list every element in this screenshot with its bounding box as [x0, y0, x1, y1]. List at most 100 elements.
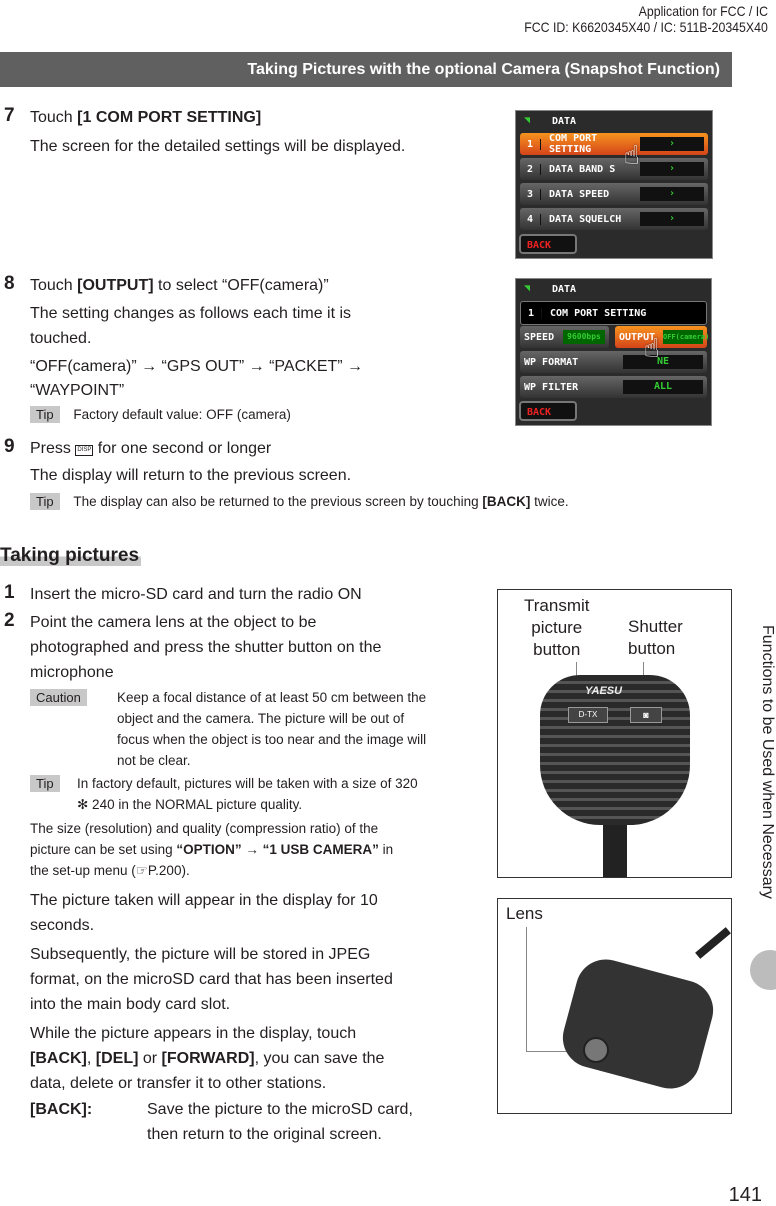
para-text: , you can save the	[254, 1050, 385, 1067]
section-title-bar: Taking Pictures with the optional Camera…	[0, 52, 732, 87]
signal-icon: ◥	[524, 115, 531, 126]
tip-line: ✻ 240 in the NORMAL picture quality.	[77, 797, 303, 812]
wp-filter-label: WP FILTER	[524, 381, 579, 393]
wp-format-button[interactable]: WP FORMAT NE	[520, 351, 707, 373]
signal-icon: ◥	[524, 283, 531, 294]
speed-value: 9600bps	[563, 330, 605, 344]
step-7: Touch [1 COM PORT SETTING]	[30, 105, 261, 130]
fcc-header-line2: FCC ID: K6620345X40 / IC: 511B-20345X40	[524, 19, 768, 35]
para-line: While the picture appears in the display…	[30, 1025, 357, 1042]
back-button[interactable]: BACK	[519, 401, 577, 421]
tip-keyword: [BACK]	[482, 494, 531, 509]
row-label: COM PORT SETTING	[550, 307, 647, 319]
wp-format-label: WP FORMAT	[524, 356, 579, 368]
screen-com-port-setting: ◥ DATA 1 COM PORT SETTING SPEED 9600bps OU…	[515, 278, 712, 426]
step-number: 2	[4, 610, 15, 631]
step-desc: photographed and press the shutter butto…	[30, 639, 382, 656]
para-line: into the main body card slot.	[30, 996, 231, 1013]
tip-text: twice.	[530, 494, 569, 509]
para-line: The picture taken will appear in the dis…	[30, 892, 378, 909]
lens-label: Lens	[506, 904, 543, 923]
camera-icon: ◙	[630, 707, 662, 723]
step-desc: touched.	[30, 330, 92, 347]
step-text: Touch	[30, 109, 78, 126]
step-number: 8	[4, 273, 15, 294]
wp-filter-value: ALL	[623, 380, 703, 394]
chevron-right-icon: ›	[640, 212, 704, 226]
para-line: seconds.	[30, 917, 95, 934]
page-number: 141	[728, 1184, 762, 1206]
step-text: Touch	[30, 277, 78, 294]
step-text: for one second or longer	[93, 440, 272, 457]
side-tab-label: Functions to be Used when Necessary	[759, 625, 776, 899]
note-line: picture can be set using	[30, 842, 177, 857]
hand-pointer-icon: ☝	[624, 141, 640, 171]
menu-row-data-band[interactable]: 2 DATA BAND S ›	[520, 158, 708, 180]
tip-text: The display can also be returned to the …	[73, 494, 483, 509]
step-1: Insert the micro-SD card and turn the ra…	[30, 586, 362, 603]
step-desc: The screen for the detailed settings wil…	[30, 138, 406, 155]
note-line: in	[378, 842, 394, 857]
note-keyword: “OPTION” → “1 USB CAMERA”	[176, 842, 379, 857]
section-title: Taking Pictures with the optional Camera…	[247, 60, 720, 78]
row-label: DATA SQUELCH	[549, 213, 622, 225]
microphone-cable	[603, 825, 627, 877]
caution-text: Keep a focal distance of at least 50 cm …	[117, 687, 426, 771]
step-desc: microphone	[30, 664, 114, 681]
microphone-front-figure: Transmit picture button Shutter button Y…	[497, 589, 732, 878]
chevron-right-icon: ›	[640, 187, 704, 201]
tip-line: In factory default, pictures will be tak…	[77, 776, 418, 791]
microphone-back-figure: Lens	[497, 898, 732, 1114]
manual-page: Application for FCC / IC FCC ID: K662034…	[0, 0, 776, 1206]
back-description: Save the picture to the microSD card, th…	[147, 1097, 413, 1147]
menu-row-data-speed[interactable]: 3 DATA SPEED ›	[520, 183, 708, 205]
chevron-right-icon: ›	[640, 137, 704, 151]
para-line: Subsequently, the picture will be stored…	[30, 946, 371, 963]
tip-text: In factory default, pictures will be tak…	[77, 773, 418, 815]
chevron-right-icon: ›	[640, 162, 704, 176]
caution-line: object and the camera. The picture will …	[117, 711, 405, 726]
step-desc: The setting changes as follows each time…	[30, 305, 352, 322]
paragraph: The picture taken will appear in the dis…	[30, 888, 393, 1096]
speed-button[interactable]: SPEED 9600bps	[520, 326, 609, 348]
side-tab-marker	[750, 950, 776, 990]
step-desc: “OFF(camera)” → “GPS OUT” → “PACKET” →	[30, 358, 364, 375]
note-line[interactable]: the set-up menu (☞P.200).	[30, 860, 393, 881]
step-desc: “WAYPOINT”	[30, 382, 125, 399]
step-text: to select “OFF(camera)”	[153, 277, 329, 294]
para-text: or	[138, 1050, 162, 1067]
step-number: 9	[4, 436, 15, 457]
step-number: 7	[4, 105, 15, 126]
menu-row-com-port[interactable]: 1 COM PORT SETTING ›	[520, 133, 708, 155]
caution-badge: Caution	[30, 689, 87, 706]
output-button[interactable]: OUTPUT OFF(camera)	[615, 326, 709, 348]
step-number: 1	[4, 582, 15, 603]
row-number: 2	[520, 163, 541, 175]
fcc-header-line1: Application for FCC / IC	[638, 3, 768, 19]
desc-line: then return to the original screen.	[147, 1126, 382, 1143]
row-number: 3	[520, 188, 541, 200]
microphone-cable	[695, 927, 731, 959]
caution-line: focus when the object is too near and th…	[117, 732, 427, 747]
keyword: [BACK]	[30, 1050, 87, 1067]
screen-title: DATA	[552, 116, 577, 127]
desc-line: Save the picture to the microSD card,	[147, 1101, 413, 1118]
tip-badge: Tip	[30, 406, 60, 423]
microphone-body	[556, 952, 720, 1096]
step-8: Touch [OUTPUT] to select “OFF(camera)”	[30, 273, 329, 298]
note: The size (resolution) and quality (compr…	[30, 818, 393, 881]
keyword: [FORWARD]	[161, 1050, 255, 1067]
note-line: The size (resolution) and quality (compr…	[30, 821, 379, 836]
wp-format-value: NE	[623, 355, 703, 369]
para-line: format, on the microSD card that has bee…	[30, 971, 393, 988]
tip-badge: Tip	[30, 493, 60, 510]
subheading-text: Taking pictures	[0, 545, 142, 566]
back-button[interactable]: BACK	[519, 234, 577, 254]
tip-badge: Tip	[30, 775, 60, 792]
row-label: DATA SPEED	[549, 188, 610, 200]
output-value: OFF(camera)	[663, 330, 709, 344]
row-number: 1	[520, 138, 541, 150]
wp-filter-button[interactable]: WP FILTER ALL	[520, 376, 707, 398]
menu-row-data-squelch[interactable]: 4 DATA SQUELCH ›	[520, 208, 708, 230]
screen-data-menu: ◥ DATA 1 COM PORT SETTING › 2 DATA BAND S › …	[515, 110, 713, 259]
